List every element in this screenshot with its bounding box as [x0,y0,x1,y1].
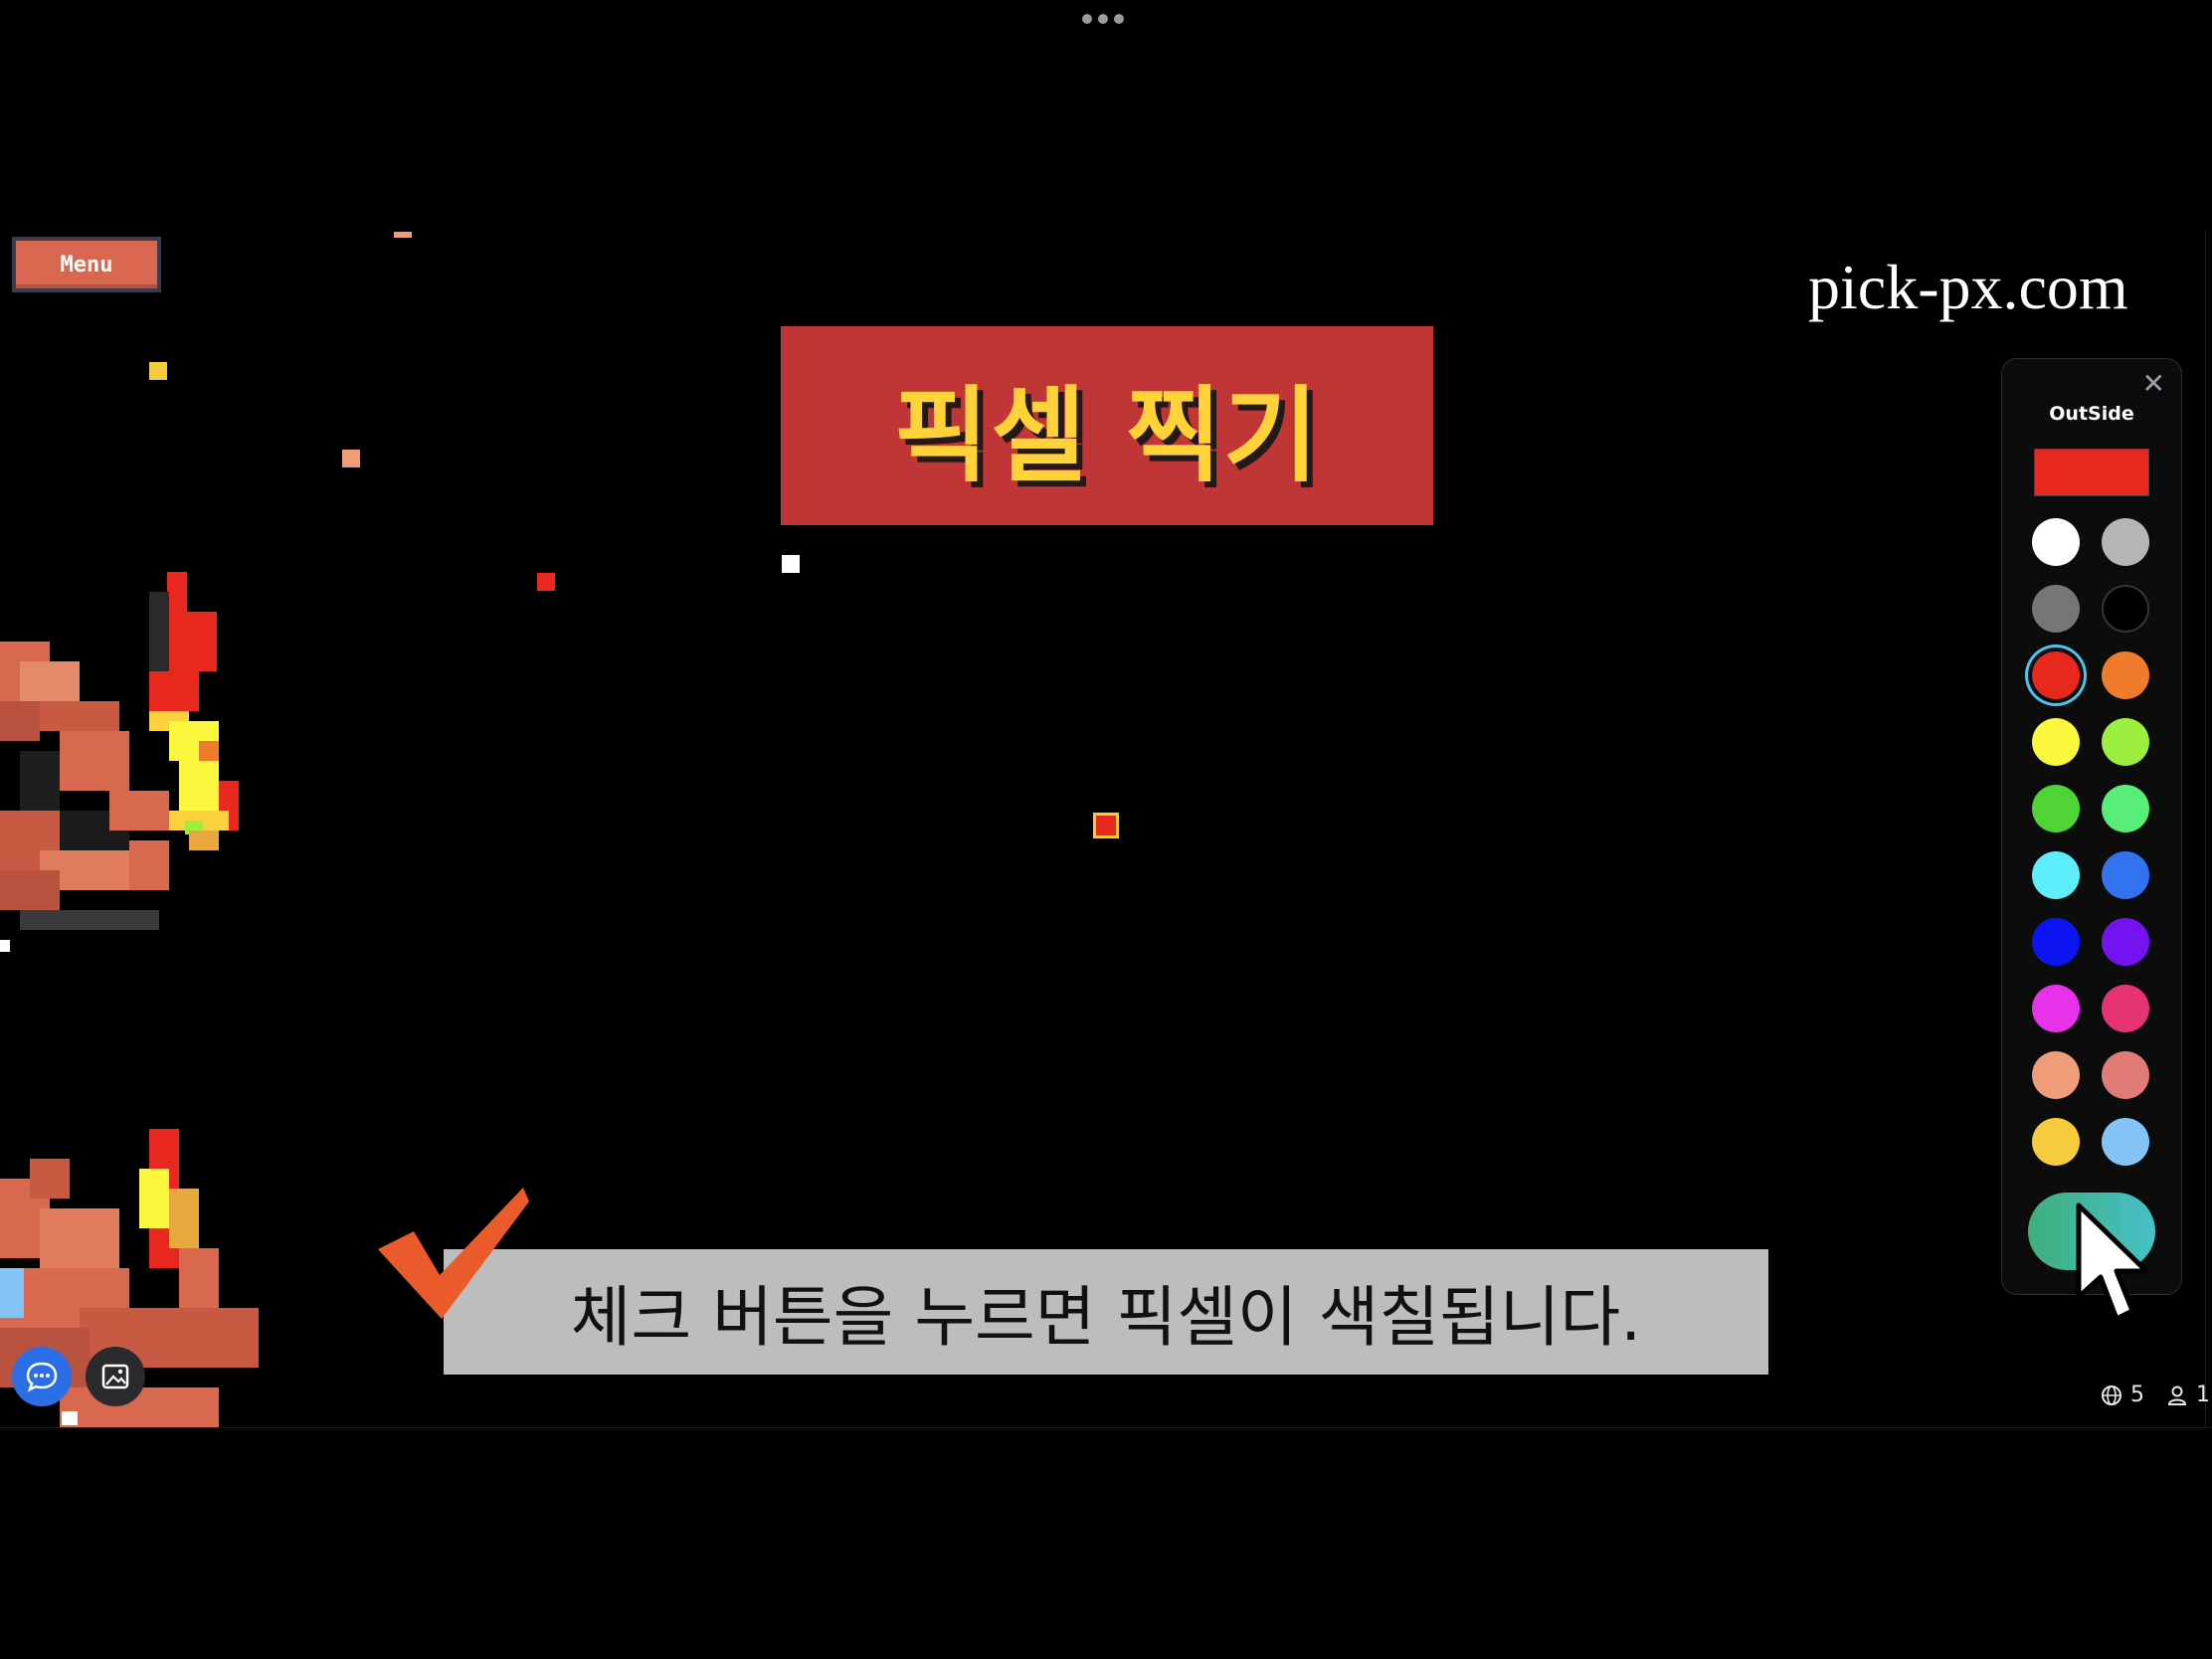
pixel-canvas[interactable] [0,0,2212,1428]
canvas-border [2205,231,2206,1428]
color-swatch[interactable] [2032,785,2080,832]
color-swatch[interactable] [2032,718,2080,766]
palette-title: OutSide [2049,403,2134,425]
close-icon[interactable]: ✕ [2142,367,2165,400]
color-swatch[interactable] [2102,985,2149,1032]
color-swatch[interactable] [2032,851,2080,899]
color-swatch[interactable] [2102,585,2149,633]
pixel-art-dragon [0,572,259,1427]
color-swatch[interactable] [2032,1118,2080,1166]
color-swatch[interactable] [2102,518,2149,566]
canvas-border [0,1427,2212,1428]
color-swatch-grid [2032,518,2149,1166]
connection-status: 5 1 [2101,1382,2210,1407]
color-swatch[interactable] [2032,1051,2080,1099]
color-swatch[interactable] [2102,651,2149,699]
mouse-cursor-icon [2076,1202,2149,1322]
color-swatch[interactable] [2032,651,2080,699]
pixel-cursor [1096,816,1116,835]
title-text: 픽셀 찍기 [893,374,1321,496]
color-swatch[interactable] [2102,1051,2149,1099]
color-palette-panel: ✕ OutSide [2001,358,2182,1295]
subtitle-text: 체크 버튼을 누르면 픽셀이 색칠됩니다. [570,1279,1642,1356]
color-swatch[interactable] [2032,918,2080,966]
color-swatch[interactable] [2032,518,2080,566]
pixel [394,232,412,238]
image-icon [101,1364,129,1389]
color-swatch[interactable] [2102,851,2149,899]
pixel [342,450,360,467]
title-banner: 픽셀 찍기 [781,326,1433,525]
pixel [537,573,555,591]
color-swatch[interactable] [2102,718,2149,766]
check-mark-icon [378,1188,529,1319]
pixel [149,362,167,380]
color-swatch[interactable] [2102,785,2149,832]
user-count: 1 [2196,1382,2210,1407]
site-watermark: pick-px.com [1808,252,2128,322]
pixel [782,555,800,573]
color-swatch[interactable] [2102,918,2149,966]
color-swatch[interactable] [2032,985,2080,1032]
selected-color-preview [2034,449,2149,496]
image-button[interactable] [86,1347,145,1406]
chat-bubble-icon [26,1362,58,1392]
color-swatch[interactable] [2102,1118,2149,1166]
globe-icon [2102,1384,2121,1405]
color-swatch[interactable] [2032,585,2080,633]
chat-button[interactable] [12,1347,72,1406]
subtitle-caption: 체크 버튼을 누르면 픽셀이 색칠됩니다. [444,1249,1768,1375]
user-icon [2167,1385,2187,1405]
menu-button[interactable]: Menu [12,237,161,292]
online-count: 5 [2130,1382,2144,1407]
